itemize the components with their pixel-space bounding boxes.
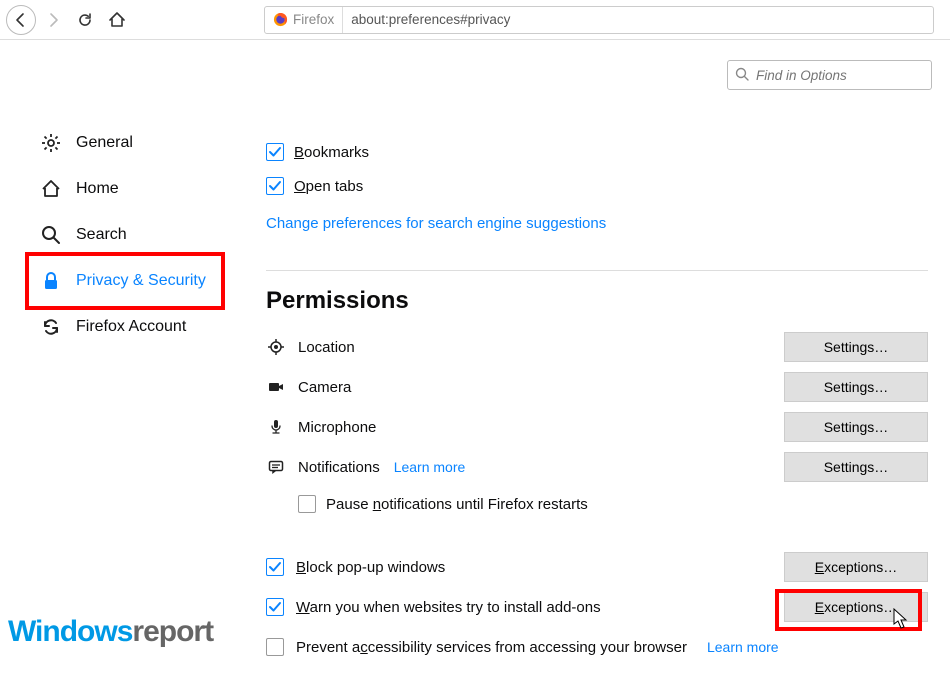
options-sidebar: General Home Search Privacy & Security F… xyxy=(0,40,240,673)
sidebar-item-label: General xyxy=(76,134,133,152)
search-icon xyxy=(735,67,749,84)
camera-icon xyxy=(266,379,286,395)
perm-label: Camera xyxy=(298,379,351,396)
firefox-icon xyxy=(273,12,288,27)
options-content: BBookmarksookmarks OOpen tabspen tabs Ch… xyxy=(240,40,950,673)
gear-icon xyxy=(40,133,62,153)
perm-label: Microphone xyxy=(298,419,376,436)
notifications-settings-button[interactable]: Settings… xyxy=(784,452,928,482)
microphone-icon xyxy=(266,419,286,435)
checkbox-icon xyxy=(298,495,316,513)
sidebar-item-label: Privacy & Security xyxy=(76,272,206,290)
microphone-settings-button[interactable]: Settings… xyxy=(784,412,928,442)
checkbox-label: BBookmarksookmarks xyxy=(294,144,369,161)
addons-exceptions-button[interactable]: Exceptions…Exceptions… xyxy=(784,592,928,622)
checkbox-bookmarks[interactable]: BBookmarksookmarks xyxy=(266,135,928,169)
sidebar-item-privacy[interactable]: Privacy & Security xyxy=(28,258,240,304)
perm-camera: Camera Settings… xyxy=(266,367,928,407)
location-icon xyxy=(266,339,286,355)
checkbox-prevent-accessibility[interactable] xyxy=(266,638,284,656)
forward-button[interactable] xyxy=(38,5,68,35)
checkbox-label: Prevent accessibility services from acce… xyxy=(296,639,687,656)
search-icon xyxy=(40,225,62,245)
perm-location: Location Settings… xyxy=(266,327,928,367)
sidebar-item-general[interactable]: General xyxy=(28,120,240,166)
sync-icon xyxy=(40,317,62,337)
home-icon xyxy=(40,179,62,199)
options-search xyxy=(727,60,932,90)
address-bar[interactable]: Firefox about:preferences#privacy xyxy=(264,6,934,34)
sidebar-item-home[interactable]: Home xyxy=(28,166,240,212)
search-input[interactable] xyxy=(727,60,932,90)
row-warn-addons: Warn you when websites try to install ad… xyxy=(266,587,928,627)
perm-microphone: Microphone Settings… xyxy=(266,407,928,447)
permissions-heading: Permissions xyxy=(266,287,928,315)
sidebar-item-search[interactable]: Search xyxy=(28,212,240,258)
row-prevent-accessibility: Prevent accessibility services from acce… xyxy=(266,627,928,667)
perm-label: Notifications xyxy=(298,459,380,476)
checkbox-open-tabs[interactable]: OOpen tabspen tabs xyxy=(266,169,928,203)
checkbox-block-popups[interactable] xyxy=(266,558,284,576)
site-identity[interactable]: Firefox xyxy=(265,7,343,33)
row-block-popups: Block pop-up windowsBlock pop-up windows… xyxy=(266,547,928,587)
camera-settings-button[interactable]: Settings… xyxy=(784,372,928,402)
notifications-learn-more-link[interactable]: Learn more xyxy=(394,459,466,475)
watermark: Windowsreport xyxy=(8,615,213,649)
search-prefs-link[interactable]: Change preferences for search engine sug… xyxy=(266,215,606,232)
location-settings-button[interactable]: Settings… xyxy=(784,332,928,362)
back-button[interactable] xyxy=(6,5,36,35)
url-text: about:preferences#privacy xyxy=(343,12,518,27)
checkbox-label: Pause notifications until Firefox restar… xyxy=(326,496,588,513)
checkbox-icon xyxy=(266,143,284,161)
accessibility-learn-more-link[interactable]: Learn more xyxy=(707,639,779,655)
sidebar-item-account[interactable]: Firefox Account xyxy=(28,304,240,350)
checkbox-pause-notifications[interactable]: Pause notifications until Firefox restar… xyxy=(266,487,928,521)
popup-exceptions-button[interactable]: Exceptions…Exceptions… xyxy=(784,552,928,582)
sidebar-item-label: Search xyxy=(76,226,127,244)
sidebar-item-label: Home xyxy=(76,180,119,198)
identity-label: Firefox xyxy=(293,12,334,27)
checkbox-label: Warn you when websites try to install ad… xyxy=(296,599,601,616)
home-button[interactable] xyxy=(102,5,132,35)
checkbox-warn-addons[interactable] xyxy=(266,598,284,616)
lock-icon xyxy=(40,271,62,291)
checkbox-label: Block pop-up windowsBlock pop-up windows xyxy=(296,559,445,576)
checkbox-icon xyxy=(266,177,284,195)
notifications-icon xyxy=(266,459,286,475)
perm-notifications: Notifications Learn more Settings… xyxy=(266,447,928,487)
watermark-part2: report xyxy=(132,615,213,648)
browser-toolbar: Firefox about:preferences#privacy xyxy=(0,0,950,40)
checkbox-label: OOpen tabspen tabs xyxy=(294,178,363,195)
perm-label: Location xyxy=(298,339,355,356)
watermark-part1: Windows xyxy=(8,615,132,648)
sidebar-item-label: Firefox Account xyxy=(76,318,186,336)
reload-button[interactable] xyxy=(70,5,100,35)
